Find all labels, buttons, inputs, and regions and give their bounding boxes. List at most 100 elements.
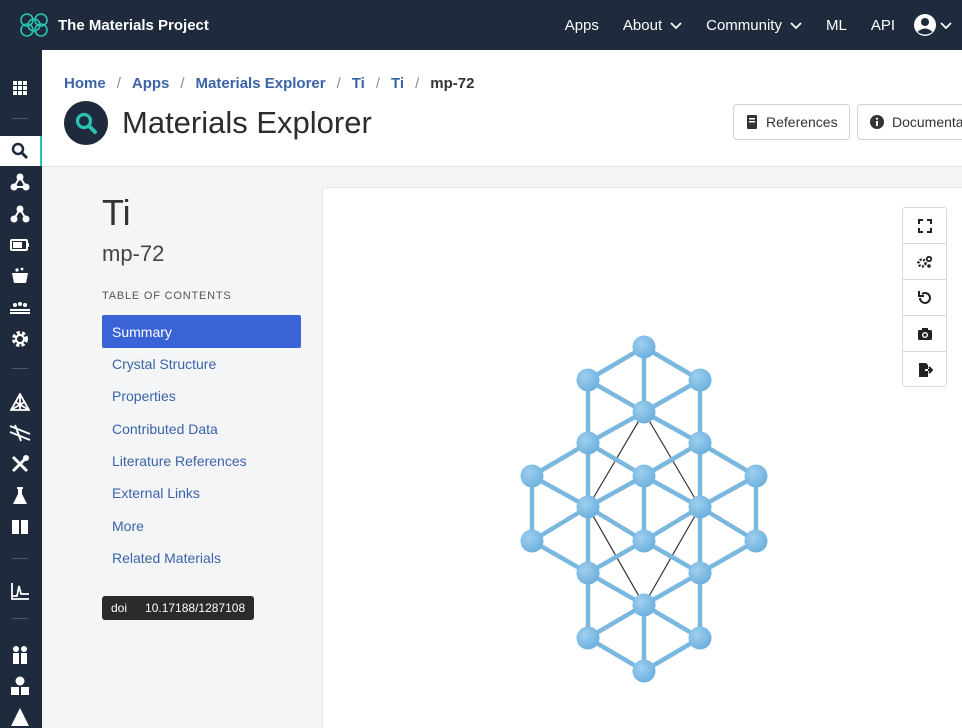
phase-diagram-icon[interactable] [0,387,40,417]
toc-contributed-data[interactable]: Contributed Data [102,413,301,445]
breadcrumb-separator: / [336,75,341,92]
atom [632,529,656,553]
breadcrumb-materials-explorer[interactable]: Materials Explorer [196,75,326,92]
toc-summary[interactable]: Summary [102,315,301,348]
crystal-structure-render[interactable] [322,187,962,728]
search-icon[interactable] [0,136,42,166]
nav-about-label: About [622,16,663,34]
shapes-icon[interactable] [0,671,40,701]
atom [576,368,600,392]
info-icon [870,115,884,129]
breadcrumb-home[interactable]: Home [64,75,106,92]
user-menu[interactable] [913,13,952,37]
atom [576,561,600,585]
breadcrumb-formula[interactable]: Ti [352,75,365,92]
materials-project-logo-icon [20,13,48,37]
page-title: Materials Explorer [122,105,372,140]
toc-crystal-structure[interactable]: Crystal Structure [102,348,301,380]
nav-community[interactable]: Community [706,17,802,34]
synthesis-icon[interactable] [0,640,40,670]
gear-icon[interactable] [0,324,40,354]
breadcrumb-formula-2[interactable]: Ti [391,75,404,92]
nav-ml[interactable]: ML [826,17,847,34]
chevron-down-icon [790,22,802,30]
table-of-contents: Summary Crystal Structure Properties Con… [102,315,301,574]
breadcrumb: Home / Apps / Materials Explorer / Ti / … [64,75,474,92]
book-icon [747,115,757,129]
settings-icon[interactable] [903,244,946,280]
atom [744,529,768,553]
nav-ml-label: ML [825,16,847,34]
atom [576,495,600,519]
page-header: Home / Apps / Materials Explorer / Ti / … [42,50,962,167]
nav-apps-label: Apps [564,16,599,34]
breadcrumb-separator: / [116,75,121,92]
atom [632,659,656,683]
breadcrumb-current: mp-72 [430,75,475,92]
atom [744,464,768,488]
references-label: References [766,114,838,130]
chevron-down-icon [670,22,682,30]
flask-icon[interactable] [0,481,40,511]
atom [576,431,600,455]
molecule-alt-icon[interactable] [0,199,40,229]
atom [632,335,656,359]
breadcrumb-separator: / [415,75,420,92]
doi-label: doi [111,601,128,615]
brand-link[interactable]: The Materials Project [18,12,209,38]
material-formula: Ti [102,192,131,233]
explorer-search-icon [64,101,108,145]
atom [632,400,656,424]
export-icon[interactable] [903,352,946,388]
brand-name: The Materials Project [58,16,209,34]
references-button[interactable]: References [733,104,850,140]
top-navbar: The Materials Project Apps About Communi… [0,0,962,50]
pourbaix-icon[interactable] [0,418,40,448]
xas-icon[interactable] [0,576,40,606]
documentation-button[interactable]: Documentation [857,104,962,140]
fullscreen-icon[interactable] [903,208,946,244]
atom [576,626,600,650]
molecule-icon[interactable] [0,167,40,197]
atom [632,464,656,488]
toc-more[interactable]: More [102,509,301,541]
material-id: mp-72 [102,241,165,266]
atom [688,431,712,455]
nav-apps[interactable]: Apps [565,17,599,34]
viewer-toolbar [902,207,947,387]
nav-community-label: Community [706,16,782,34]
doi-badge[interactable]: doi 10.17188/1287108 [102,596,255,620]
tools-icon[interactable] [0,449,40,479]
documentation-label: Documentation [892,114,962,130]
toc-literature-references[interactable]: Literature References [102,445,301,477]
doi-value: 10.17188/1287108 [145,601,246,615]
atom [632,593,656,617]
breadcrumb-separator: / [375,75,380,92]
breadcrumb-apps[interactable]: Apps [132,75,170,92]
toc-external-links[interactable]: External Links [102,477,301,509]
surface-icon[interactable] [0,292,40,322]
atom [688,561,712,585]
nav-about[interactable]: About [623,17,682,34]
app-sidebar [0,50,42,728]
atom [520,464,544,488]
catalyst-icon[interactable] [0,261,40,291]
reset-icon[interactable] [903,280,946,316]
triangle-icon[interactable] [0,702,40,728]
atom [688,495,712,519]
toc-heading: TABLE OF CONTENTS [102,290,232,302]
toc-properties[interactable]: Properties [102,380,301,412]
nav-api[interactable]: API [871,17,895,34]
atom [688,368,712,392]
battery-icon[interactable] [0,230,40,260]
breadcrumb-separator: / [180,75,185,92]
book-icon[interactable] [0,512,40,542]
atom [688,626,712,650]
main-nav: Apps About Community ML API [565,0,962,50]
apps-grid-icon[interactable] [0,73,40,103]
camera-icon[interactable] [903,316,946,352]
nav-api-label: API [870,16,895,34]
toc-related-materials[interactable]: Related Materials [102,542,301,574]
user-avatar-icon [914,14,936,36]
chevron-down-icon [940,22,952,30]
